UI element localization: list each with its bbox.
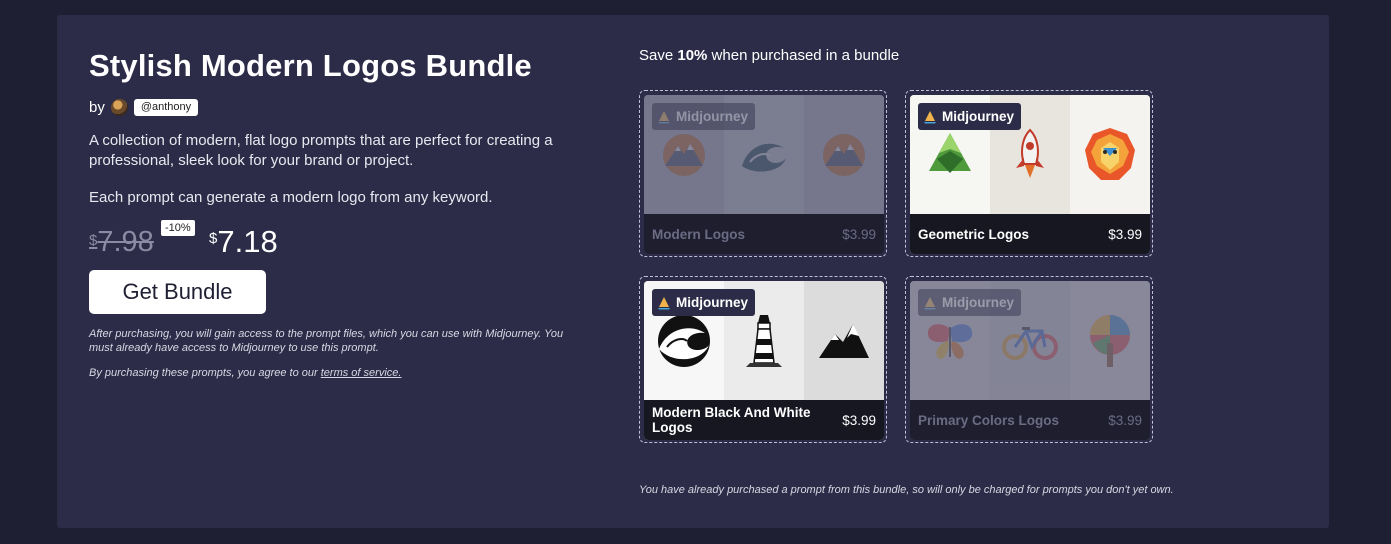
lion-icon <box>1070 95 1150 214</box>
prompt-card-geometric-logos[interactable]: Midjourney Geometric Logos $3.99 <box>905 90 1153 257</box>
tree-icon <box>1070 281 1150 400</box>
byline: by @anthony <box>89 99 589 116</box>
prompt-name: Primary Colors Logos <box>918 412 1060 428</box>
prompt-card-caption: Geometric Logos $3.99 <box>910 214 1150 254</box>
bundle-panel: Stylish Modern Logos Bundle by @anthony … <box>57 15 1329 528</box>
bundle-description: A collection of modern, flat logo prompt… <box>89 132 553 169</box>
bundle-info: Stylish Modern Logos Bundle by @anthony … <box>89 47 589 379</box>
prompt-card-caption: Modern Logos $3.99 <box>644 214 884 254</box>
midjourney-tag: Midjourney <box>918 289 1022 316</box>
midjourney-sail-icon <box>924 110 936 123</box>
prompt-price: $3.99 <box>842 226 876 242</box>
bundle-contents: Save 10% when purchased in a bundle Midj… <box>639 47 1299 496</box>
midjourney-sail-icon <box>658 110 670 123</box>
midjourney-tag: Midjourney <box>652 103 756 130</box>
purchase-fine-print: After purchasing, you will gain access t… <box>89 328 564 354</box>
prompt-card-caption: Primary Colors Logos $3.99 <box>910 400 1150 440</box>
by-label: by <box>89 99 105 116</box>
terms-of-service-link[interactable]: terms of service. <box>321 367 402 379</box>
prompt-name: Modern Black And White Logos <box>652 405 811 435</box>
discounted-price: $7.18 <box>209 224 278 259</box>
bw-mountain-icon <box>804 281 884 400</box>
prompt-price: $3.99 <box>842 412 876 428</box>
midjourney-sail-icon <box>924 296 936 309</box>
prompt-card-modern-logos[interactable]: Midjourney Modern Logos $3.99 <box>639 90 887 257</box>
bundle-title: Stylish Modern Logos Bundle <box>89 48 532 83</box>
already-purchased-note: You have already purchased a prompt from… <box>639 484 1174 496</box>
midjourney-sail-icon <box>658 296 670 309</box>
prompt-card-caption: Modern Black And White Logos $3.99 <box>644 400 884 440</box>
price-block: $7.98 -10% $7.18 <box>89 220 589 262</box>
original-price: $7.98 <box>89 226 154 258</box>
prompt-card-modern-black-and-white-logos[interactable]: Midjourney Modern Black And White Logos … <box>639 276 887 443</box>
prompt-name: Modern Logos <box>652 226 745 242</box>
discount-badge: -10% <box>161 220 195 236</box>
midjourney-tag: Midjourney <box>918 103 1022 130</box>
prompt-price: $3.99 <box>1108 412 1142 428</box>
author-handle[interactable]: @anthony <box>133 99 199 116</box>
terms-notice: By purchasing these prompts, you agree t… <box>89 367 402 379</box>
prompt-name: Geometric Logos <box>918 226 1030 242</box>
prompt-card-primary-colors-logos[interactable]: Midjourney Primary Colors Logos $3.99 <box>905 276 1153 443</box>
author-avatar[interactable] <box>110 99 128 116</box>
midjourney-tag: Midjourney <box>652 289 756 316</box>
bundle-description-2: Each prompt can generate a modern logo f… <box>89 189 493 206</box>
bundle-savings-text: Save 10% when purchased in a bundle <box>639 47 900 64</box>
mountain-circle-icon <box>804 95 884 214</box>
get-bundle-button[interactable]: Get Bundle <box>89 270 266 314</box>
prompt-price: $3.99 <box>1108 226 1142 242</box>
